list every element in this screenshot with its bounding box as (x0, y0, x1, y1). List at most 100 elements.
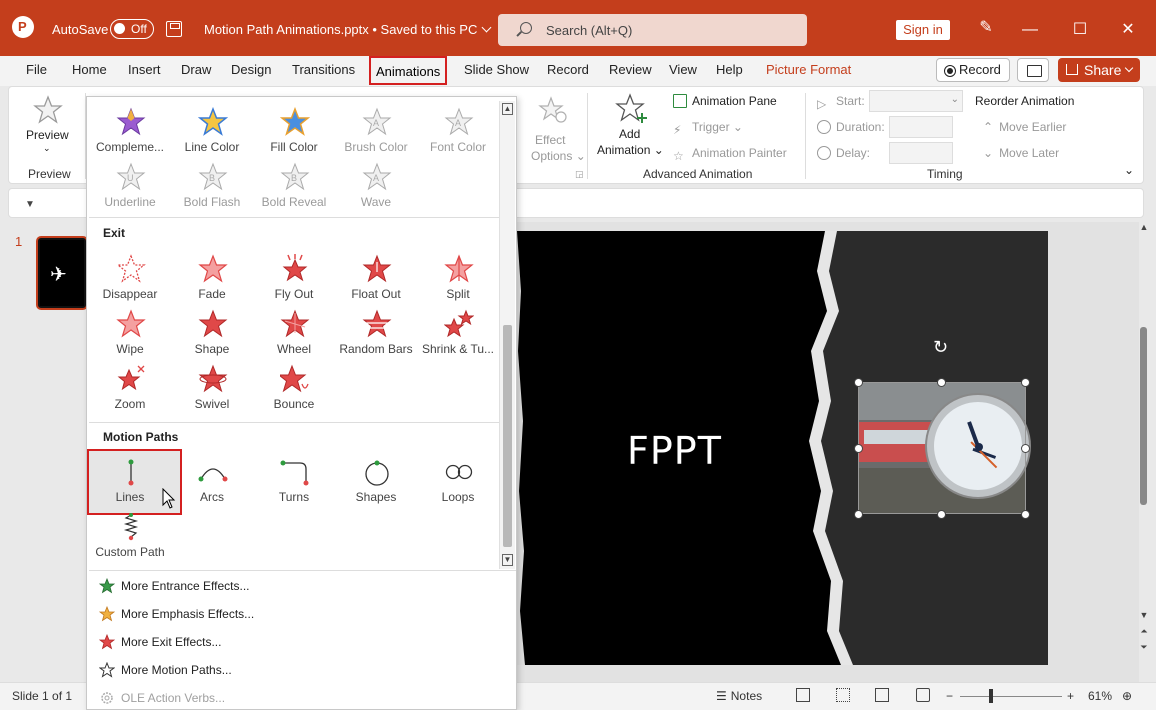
comments-button[interactable] (1017, 58, 1049, 82)
document-title[interactable]: Motion Path Animations.pptx • Saved to t… (204, 22, 492, 37)
delay-stepper[interactable] (889, 142, 953, 164)
effect-line-color[interactable]: Line Color (171, 103, 253, 155)
resize-handle[interactable] (937, 378, 946, 387)
effect-disappear[interactable]: Disappear (89, 250, 171, 302)
effect-wheel[interactable]: Wheel (253, 305, 335, 357)
search-input[interactable]: Search (Alt+Q) (498, 14, 807, 46)
gallery-scroll-up-icon[interactable]: ▲ (502, 103, 513, 115)
gallery-scroll-thumb[interactable] (503, 325, 512, 547)
resize-handle[interactable] (854, 378, 863, 387)
resize-handle[interactable] (854, 510, 863, 519)
ole-action-verbs[interactable]: OLE Action Verbs... (99, 690, 225, 706)
sign-in-button[interactable]: Sign in (896, 20, 950, 40)
minimize-icon[interactable]: — (1018, 18, 1042, 42)
effect-brush-color[interactable]: A Brush Color (335, 103, 417, 155)
tab-help[interactable]: Help (716, 62, 743, 77)
effect-bounce[interactable]: Bounce (253, 360, 335, 412)
motion-path-custom[interactable]: Custom Path (89, 508, 171, 560)
next-slide-icon[interactable]: ⏷ (1139, 642, 1149, 653)
tab-file[interactable]: File (26, 62, 47, 77)
effect-bold-reveal[interactable]: B Bold Reveal (253, 158, 335, 210)
zoom-slider[interactable] (960, 696, 1062, 697)
effect-wave[interactable]: A Wave (335, 158, 417, 210)
effect-zoom[interactable]: Zoom (89, 360, 171, 412)
effect-split[interactable]: Split (417, 250, 499, 302)
tab-transitions[interactable]: Transitions (292, 62, 355, 77)
effect-random-bars[interactable]: Random Bars (335, 305, 417, 357)
gallery-scroll-down-icon[interactable]: ▼ (502, 554, 513, 566)
share-button[interactable]: Share (1058, 58, 1140, 82)
slide-title-text[interactable]: FPPT (627, 429, 722, 473)
gallery-scrollbar[interactable]: ▲ ▼ (499, 101, 515, 569)
slide-show-icon[interactable] (916, 688, 930, 702)
save-icon[interactable] (166, 21, 182, 37)
reading-view-icon[interactable] (875, 688, 889, 702)
rotate-handle-icon[interactable]: ↻ (933, 338, 951, 356)
maximize-icon[interactable]: ☐ (1068, 18, 1092, 42)
effect-float-out[interactable]: Float Out (335, 250, 417, 302)
resize-handle[interactable] (1021, 510, 1030, 519)
slide-sorter-icon[interactable] (836, 688, 850, 702)
scroll-down-icon[interactable]: ▼ (1139, 610, 1149, 620)
previous-slide-icon[interactable]: ⏶ (1139, 626, 1149, 637)
dialog-launcher-icon[interactable]: ◲ (575, 169, 584, 180)
record-button[interactable]: Record (936, 58, 1010, 82)
zoom-in-icon[interactable]: + (1067, 689, 1074, 703)
motion-path-loops[interactable]: Loops (417, 453, 499, 505)
scroll-thumb[interactable] (1140, 327, 1147, 505)
close-icon[interactable]: ✕ (1116, 18, 1140, 42)
effect-shrink-turn[interactable]: Shrink & Tu... (417, 305, 499, 357)
resize-handle[interactable] (1021, 378, 1030, 387)
tab-home[interactable]: Home (72, 62, 107, 77)
effect-wipe[interactable]: Wipe (89, 305, 171, 357)
effect-fill-color[interactable]: Fill Color (253, 103, 335, 155)
tab-view[interactable]: View (669, 62, 697, 77)
resize-handle[interactable] (1021, 444, 1030, 453)
normal-view-icon[interactable] (796, 688, 810, 702)
more-emphasis-effects[interactable]: More Emphasis Effects... (99, 606, 254, 622)
resize-handle[interactable] (854, 444, 863, 453)
tab-animations[interactable]: Animations (369, 56, 448, 85)
effect-shape[interactable]: Shape (171, 305, 253, 357)
tab-design[interactable]: Design (231, 62, 271, 77)
tab-slide-show[interactable]: Slide Show (464, 62, 529, 77)
trigger-button[interactable]: ⚡ Trigger ⌄ (673, 120, 743, 137)
zoom-out-icon[interactable]: − (946, 689, 953, 703)
effect-bold-flash[interactable]: B Bold Flash (171, 158, 253, 210)
customize-chevron-icon[interactable]: ▼ (25, 199, 35, 210)
motion-path-arcs[interactable]: Arcs (171, 453, 253, 505)
tab-draw[interactable]: Draw (181, 62, 211, 77)
move-earlier-button[interactable]: ⌃ Move Earlier (983, 120, 1066, 134)
tab-review[interactable]: Review (609, 62, 652, 77)
effect-fade[interactable]: Fade (171, 250, 253, 302)
tab-insert[interactable]: Insert (128, 62, 161, 77)
preview-button[interactable]: Preview ⌄ (19, 93, 75, 163)
effect-swivel[interactable]: Swivel (171, 360, 253, 412)
more-exit-effects[interactable]: More Exit Effects... (99, 634, 221, 650)
effect-options-button[interactable]: Effect Options ⌄ (521, 93, 586, 163)
effect-complementary[interactable]: Compleme... (89, 103, 171, 155)
slide-thumbnail[interactable]: ✈ (36, 236, 88, 310)
collapse-ribbon-icon[interactable]: ⌄ (1124, 163, 1134, 177)
tab-picture-format[interactable]: Picture Format (766, 62, 851, 77)
resize-handle[interactable] (937, 510, 946, 519)
tab-record[interactable]: Record (547, 62, 589, 77)
pen-icon[interactable]: ✎ (976, 18, 996, 38)
duration-stepper[interactable] (889, 116, 953, 138)
zoom-level[interactable]: 61% (1088, 689, 1112, 703)
notes-button[interactable]: ☰ Notes (716, 689, 762, 703)
zoom-slider-knob[interactable] (989, 689, 993, 703)
more-entrance-effects[interactable]: More Entrance Effects... (99, 578, 250, 594)
scroll-up-icon[interactable]: ▲ (1139, 222, 1149, 232)
start-dropdown[interactable]: ⌄ (869, 90, 963, 112)
motion-path-lines[interactable]: Lines (89, 453, 171, 505)
autosave-toggle[interactable]: Off (110, 19, 154, 39)
move-later-button[interactable]: ⌄ Move Later (983, 146, 1059, 160)
effect-font-color[interactable]: A Font Color (417, 103, 499, 155)
fit-to-window-icon[interactable]: ⊕ (1122, 689, 1132, 703)
motion-path-turns[interactable]: Turns (253, 453, 335, 505)
effect-underline[interactable]: U Underline (89, 158, 171, 210)
animation-pane-button[interactable]: Animation Pane (673, 94, 777, 108)
vertical-scrollbar[interactable]: ▲ ▼ ⏶ ⏷ (1139, 222, 1149, 682)
animation-painter-button[interactable]: ☆ Animation Painter (673, 146, 787, 163)
